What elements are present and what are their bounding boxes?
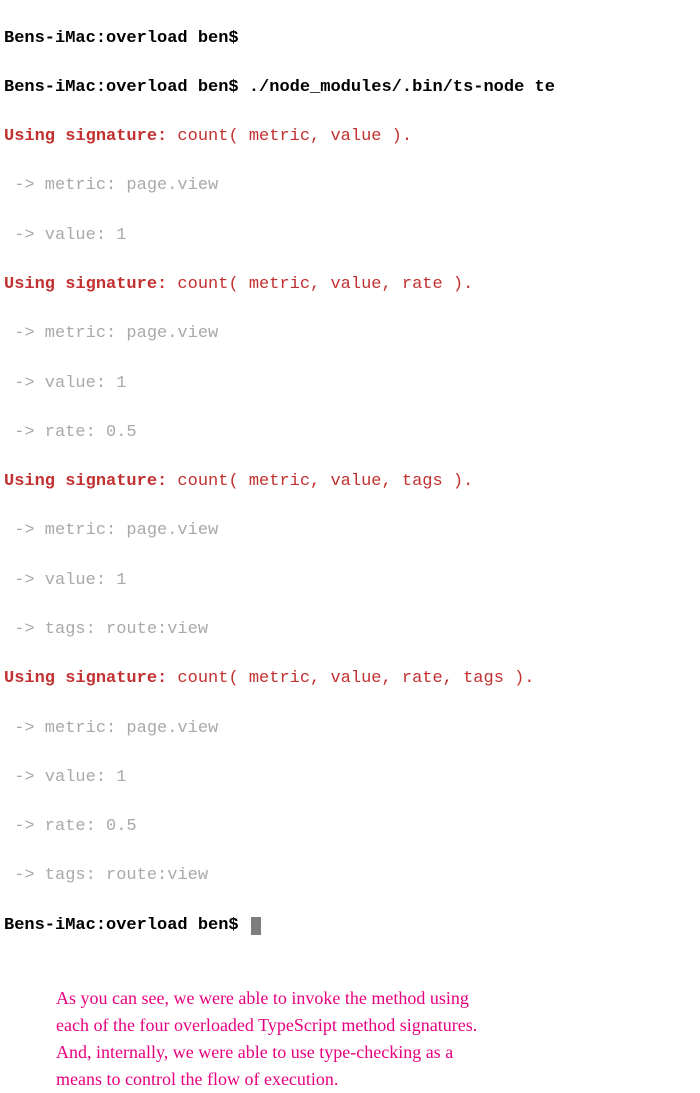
prompt-line-empty: Bens-iMac:overload ben$ xyxy=(4,27,696,52)
signature-line: Using signature: count( metric, value ). xyxy=(4,125,696,150)
shell-prompt: Bens-iMac:overload ben$ xyxy=(4,29,239,48)
signature-line: Using signature: count( metric, value, r… xyxy=(4,273,696,298)
signature-line: Using signature: count( metric, value, t… xyxy=(4,470,696,495)
shell-prompt: Bens-iMac:overload ben$ xyxy=(4,78,239,97)
annotation-line: means to control the flow of execution. xyxy=(56,1066,644,1093)
prompt-line-cursor: Bens-iMac:overload ben$ xyxy=(4,914,696,939)
annotation-line: And, internally, we were able to use typ… xyxy=(56,1039,644,1066)
annotation-span: each of the four xyxy=(56,1015,174,1035)
detail-line: -> value: 1 xyxy=(4,569,696,594)
detail-line: -> rate: 0.5 xyxy=(4,421,696,446)
signature-body: count( metric, value, rate, tags ). xyxy=(167,669,534,688)
shell-prompt: Bens-iMac:overload ben$ xyxy=(4,916,239,935)
detail-line: -> value: 1 xyxy=(4,372,696,397)
annotation-line: each of the four overloaded TypeScript m… xyxy=(56,1012,644,1039)
signature-body: count( metric, value ). xyxy=(167,127,412,146)
detail-line: -> value: 1 xyxy=(4,766,696,791)
terminal-output: Bens-iMac:overload ben$ Bens-iMac:overlo… xyxy=(0,0,700,965)
annotation-span: . xyxy=(473,1015,478,1035)
signature-body: count( metric, value, rate ). xyxy=(167,275,473,294)
detail-line: -> metric: page.view xyxy=(4,322,696,347)
signature-label: Using signature: xyxy=(4,472,167,491)
signature-label: Using signature: xyxy=(4,669,167,688)
detail-line: -> value: 1 xyxy=(4,224,696,249)
annotation-line: As you can see, we were able to invoke t… xyxy=(56,985,644,1012)
signature-label: Using signature: xyxy=(4,275,167,294)
prompt-line-command: Bens-iMac:overload ben$ ./node_modules/.… xyxy=(4,76,696,101)
annotation-emph: overloaded TypeScript method signatures xyxy=(174,1015,473,1035)
detail-line: -> tags: route:view xyxy=(4,618,696,643)
detail-line: -> rate: 0.5 xyxy=(4,815,696,840)
signature-line: Using signature: count( metric, value, r… xyxy=(4,667,696,692)
shell-command: ./node_modules/.bin/ts-node te xyxy=(249,78,555,97)
annotation-span: means to control the flow of execution. xyxy=(56,1069,338,1089)
signature-body: count( metric, value, tags ). xyxy=(167,472,473,491)
detail-line: -> tags: route:view xyxy=(4,864,696,889)
detail-line: -> metric: page.view xyxy=(4,174,696,199)
annotation-span: As you can see, we were able to invoke t… xyxy=(56,988,469,1008)
detail-line: -> metric: page.view xyxy=(4,519,696,544)
signature-label: Using signature: xyxy=(4,127,167,146)
detail-line: -> metric: page.view xyxy=(4,717,696,742)
annotation-text: As you can see, we were able to invoke t… xyxy=(0,965,700,1093)
annotation-span: And, internally, we were able to use typ… xyxy=(56,1042,453,1062)
terminal-cursor-icon xyxy=(251,917,261,935)
